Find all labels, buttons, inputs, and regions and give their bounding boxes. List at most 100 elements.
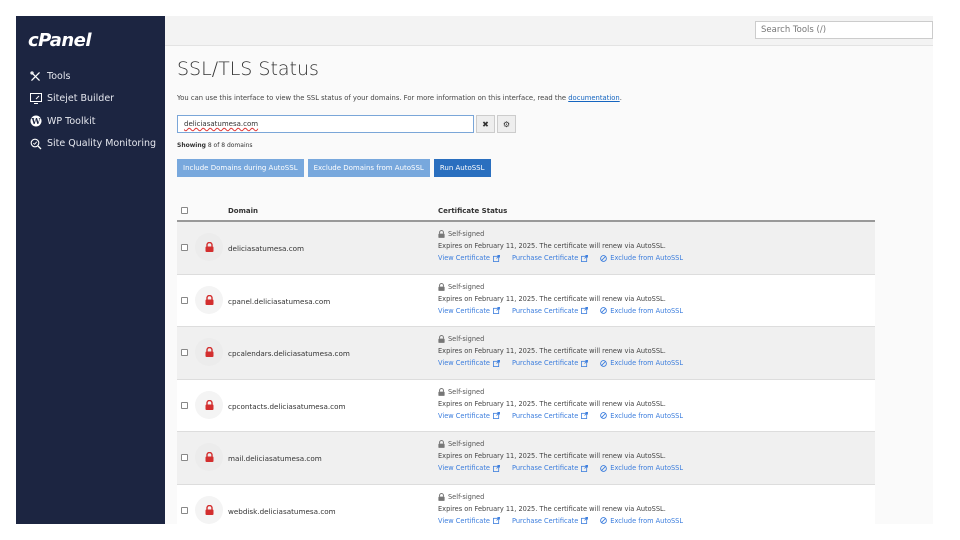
lock-icon (195, 443, 223, 471)
lock-icon (195, 495, 223, 524)
exclude-domains-button[interactable]: Exclude Domains from AutoSSL (307, 159, 430, 177)
exclude-from-autossl-link[interactable]: Exclude from AutoSSL (600, 357, 683, 369)
page-description: You can use this interface to view the S… (177, 94, 622, 102)
row-certificate-status: Self-signed Expires on February 11, 2025… (438, 333, 683, 369)
external-link-icon (581, 517, 589, 524)
ban-icon (600, 307, 608, 314)
sidebar-item-wp-toolkit[interactable]: W WP Toolkit (16, 110, 165, 133)
view-certificate-link[interactable]: View Certificate (438, 252, 500, 264)
view-certificate-link[interactable]: View Certificate (438, 515, 500, 525)
row-links: View Certificate Purchase Certificate Ex… (438, 357, 683, 369)
table-body: deliciasatumesa.com Self-signed Expires … (177, 222, 875, 524)
ban-icon (600, 412, 608, 419)
documentation-link[interactable]: documentation (568, 94, 619, 102)
small-lock-icon (438, 492, 445, 501)
status-text: Self-signed (448, 230, 485, 238)
purchase-certificate-label: Purchase Certificate (512, 464, 579, 472)
row-domain: mail.deliciasatumesa.com (228, 454, 322, 463)
table-header: Domain Certificate Status (177, 201, 875, 222)
exclude-from-autossl-label: Exclude from AutoSSL (610, 359, 684, 367)
exclude-from-autossl-link[interactable]: Exclude from AutoSSL (600, 252, 683, 264)
ban-icon (600, 517, 608, 524)
row-checkbox[interactable] (181, 506, 188, 514)
run-autossl-button[interactable]: Run AutoSSL (433, 159, 491, 177)
view-certificate-label: View Certificate (438, 464, 490, 472)
clear-filter-button[interactable]: ✖ (476, 115, 495, 133)
row-links: View Certificate Purchase Certificate Ex… (438, 515, 683, 525)
view-certificate-label: View Certificate (438, 254, 490, 262)
exclude-from-autossl-label: Exclude from AutoSSL (610, 411, 684, 420)
domains-table: Domain Certificate Status deliciasatumes… (177, 201, 875, 524)
exclude-from-autossl-label: Exclude from AutoSSL (610, 516, 684, 525)
exclude-from-autossl-link[interactable]: Exclude from AutoSSL (600, 515, 684, 525)
sidebar-nav: Tools Sitejet Builder W WP Toolkit Site … (16, 65, 165, 155)
row-checkbox[interactable] (181, 296, 188, 304)
showing-text: 8 of 8 domains (207, 142, 253, 149)
small-lock-icon (438, 282, 445, 291)
small-lock-icon (438, 440, 445, 448)
expiry-text: Expires on February 11, 2025. The certif… (438, 399, 666, 408)
ban-icon (600, 359, 608, 367)
external-link-icon (581, 359, 589, 367)
row-domain: cpcalendars.deliciasatumesa.com (228, 349, 350, 358)
view-certificate-link[interactable]: View Certificate (438, 410, 500, 422)
small-lock-icon (438, 335, 445, 343)
view-certificate-link[interactable]: View Certificate (438, 462, 500, 474)
view-certificate-label: View Certificate (438, 516, 490, 525)
external-link-icon (581, 307, 589, 314)
action-buttons: Include Domains during AutoSSL Exclude D… (177, 159, 491, 177)
ban-icon (600, 464, 608, 472)
external-link-icon (581, 412, 589, 419)
table-row: cpcalendars.deliciasatumesa.com Self-sig… (177, 327, 875, 380)
external-link-icon (581, 254, 589, 262)
view-certificate-link[interactable]: View Certificate (438, 305, 500, 317)
row-checkbox[interactable] (181, 454, 188, 461)
sidebar-item-sitejet[interactable]: Sitejet Builder (16, 88, 165, 111)
table-row: cpcontacts.deliciasatumesa.com Self-sign… (177, 379, 875, 432)
purchase-certificate-link[interactable]: Purchase Certificate (512, 515, 589, 524)
self-signed-status: Self-signed (438, 491, 683, 503)
table-row: deliciasatumesa.com Self-signed Expires … (177, 222, 875, 275)
status-text: Self-signed (448, 335, 485, 343)
purchase-certificate-link[interactable]: Purchase Certificate (512, 252, 589, 264)
external-link-icon (493, 464, 500, 472)
row-certificate-status: Self-signed Expires on February 11, 2025… (438, 438, 683, 474)
purchase-certificate-link[interactable]: Purchase Certificate (512, 305, 589, 317)
column-domain[interactable]: Domain (228, 207, 258, 215)
sidebar-item-tools[interactable]: Tools (16, 65, 165, 88)
select-all-checkbox[interactable] (181, 207, 188, 214)
purchase-certificate-link[interactable]: Purchase Certificate (512, 410, 589, 422)
svg-text:W: W (30, 116, 41, 126)
search-tools-input[interactable]: Search Tools (/) (755, 21, 933, 39)
include-domains-button[interactable]: Include Domains during AutoSSL (177, 159, 304, 177)
sidebar-item-label: Site Quality Monitoring (47, 138, 157, 150)
sidebar-item-site-quality[interactable]: Site Quality Monitoring (16, 133, 165, 156)
row-checkbox[interactable] (181, 349, 188, 356)
purchase-certificate-label: Purchase Certificate (512, 359, 579, 367)
status-text: Self-signed (448, 492, 485, 501)
cpanel-logo[interactable]: cPanel (28, 30, 92, 51)
exclude-from-autossl-link[interactable]: Exclude from AutoSSL (600, 462, 683, 474)
row-checkbox[interactable] (181, 244, 188, 251)
filter-settings-button[interactable]: ⚙ (497, 115, 516, 133)
exclude-from-autossl-link[interactable]: Exclude from AutoSSL (600, 305, 683, 317)
external-link-icon (493, 412, 500, 419)
exclude-from-autossl-label: Exclude from AutoSSL (610, 464, 684, 472)
description-suffix: . (619, 94, 622, 102)
view-certificate-label: View Certificate (438, 411, 490, 420)
row-checkbox[interactable] (181, 401, 188, 409)
exclude-from-autossl-link[interactable]: Exclude from AutoSSL (600, 410, 683, 422)
purchase-certificate-link[interactable]: Purchase Certificate (512, 357, 589, 369)
purchase-certificate-link[interactable]: Purchase Certificate (512, 462, 589, 474)
table-row: cpanel.deliciasatumesa.com Self-signed E… (177, 274, 875, 327)
domain-filter-input[interactable]: deliciasatumesa.com (177, 115, 474, 133)
top-bar: Search Tools (/) (165, 16, 933, 46)
page-title: SSL/TLS Status (177, 58, 319, 80)
table-row: webdisk.deliciasatumesa.com Self-signed … (177, 484, 875, 525)
column-certificate-status[interactable]: Certificate Status (438, 207, 507, 215)
external-link-icon (493, 307, 500, 314)
self-signed-status: Self-signed (438, 438, 683, 450)
main-content: Search Tools (/) SSL/TLS Status You can … (165, 16, 933, 524)
view-certificate-link[interactable]: View Certificate (438, 357, 500, 369)
expiry-text: Expires on February 11, 2025. The certif… (438, 294, 666, 303)
